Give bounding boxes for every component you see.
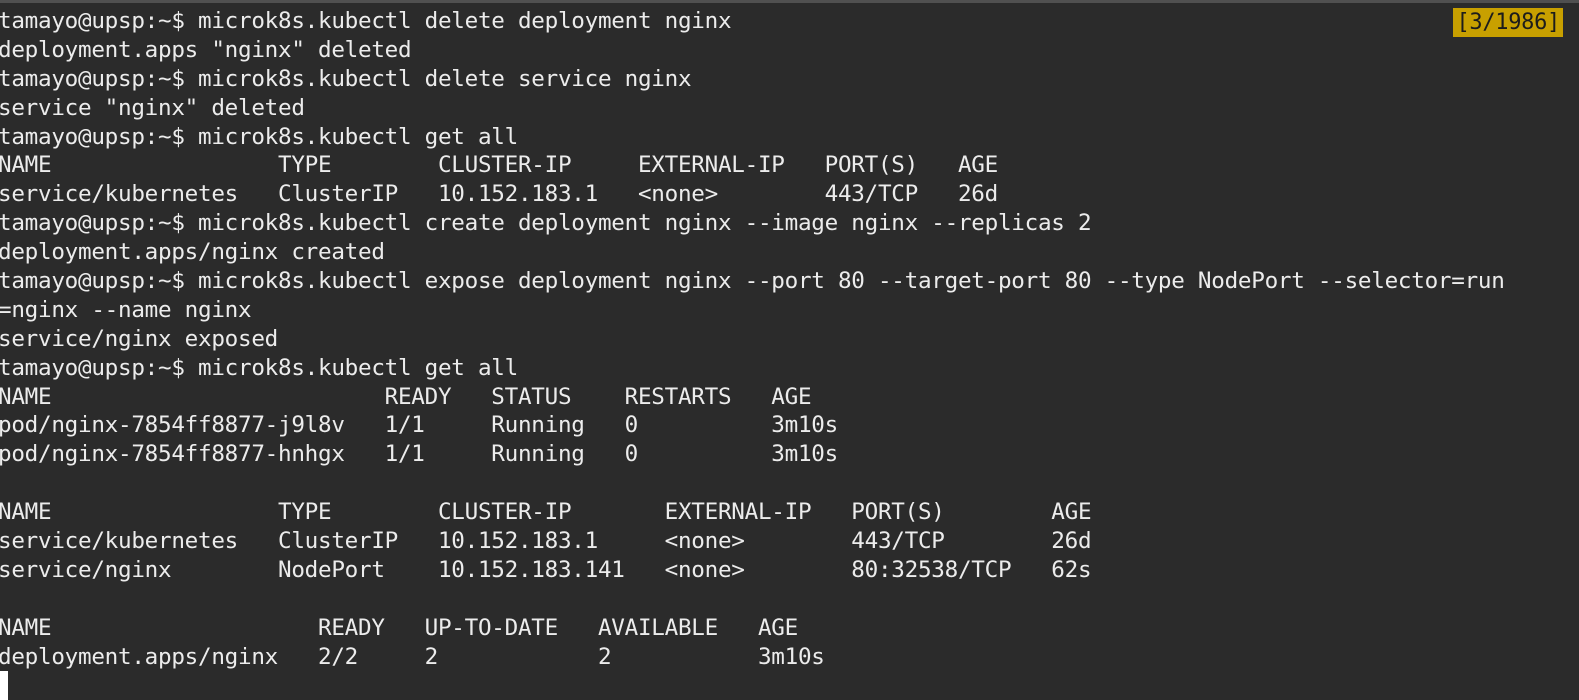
prompt-line: tamayo@upsp:~$ microk8s.kubectl delete s… <box>0 65 692 92</box>
prompt-line: tamayo@upsp:~$ microk8s.kubectl get all <box>0 123 518 150</box>
terminal-window[interactable]: tamayo@upsp:~$ microk8s.kubectl delete d… <box>0 0 1579 700</box>
table-header-line: NAME READY UP-TO-DATE AVAILABLE AGE <box>0 614 798 641</box>
output-line: service/nginx exposed <box>0 325 278 352</box>
cursor-block <box>0 671 8 700</box>
prompt-line: tamayo@upsp:~$ microk8s.kubectl expose d… <box>0 268 1505 295</box>
prompt-line: tamayo@upsp:~$ microk8s.kubectl create d… <box>0 210 1092 237</box>
table-row: service/kubernetes ClusterIP 10.152.183.… <box>0 528 1092 555</box>
output-line: service "nginx" deleted <box>0 94 305 121</box>
table-header-line: NAME READY STATUS RESTARTS AGE <box>0 383 812 410</box>
table-row: service/nginx NodePort 10.152.183.141 <n… <box>0 556 1092 583</box>
table-header-line: NAME TYPE CLUSTER-IP EXTERNAL-IP PORT(S)… <box>0 499 1092 526</box>
table-row: service/kubernetes ClusterIP 10.152.183.… <box>0 181 998 208</box>
output-line: deployment.apps "nginx" deleted <box>0 36 412 63</box>
wrapped-line: =nginx --name nginx <box>0 296 252 323</box>
terminal-output: tamayo@upsp:~$ microk8s.kubectl delete d… <box>0 7 1505 671</box>
table-row: pod/nginx-7854ff8877-hnhgx 1/1 Running 0… <box>0 441 838 468</box>
table-row: deployment.apps/nginx 2/2 2 2 3m10s <box>0 643 825 670</box>
prompt-line: tamayo@upsp:~$ microk8s.kubectl delete d… <box>0 8 732 34</box>
scroll-position-badge: [3/1986] <box>1453 8 1563 37</box>
prompt-line: tamayo@upsp:~$ microk8s.kubectl get all <box>0 354 518 381</box>
output-line: deployment.apps/nginx created <box>0 239 385 266</box>
table-header-line: NAME TYPE CLUSTER-IP EXTERNAL-IP PORT(S)… <box>0 152 998 179</box>
table-row: pod/nginx-7854ff8877-j9l8v 1/1 Running 0… <box>0 412 838 439</box>
